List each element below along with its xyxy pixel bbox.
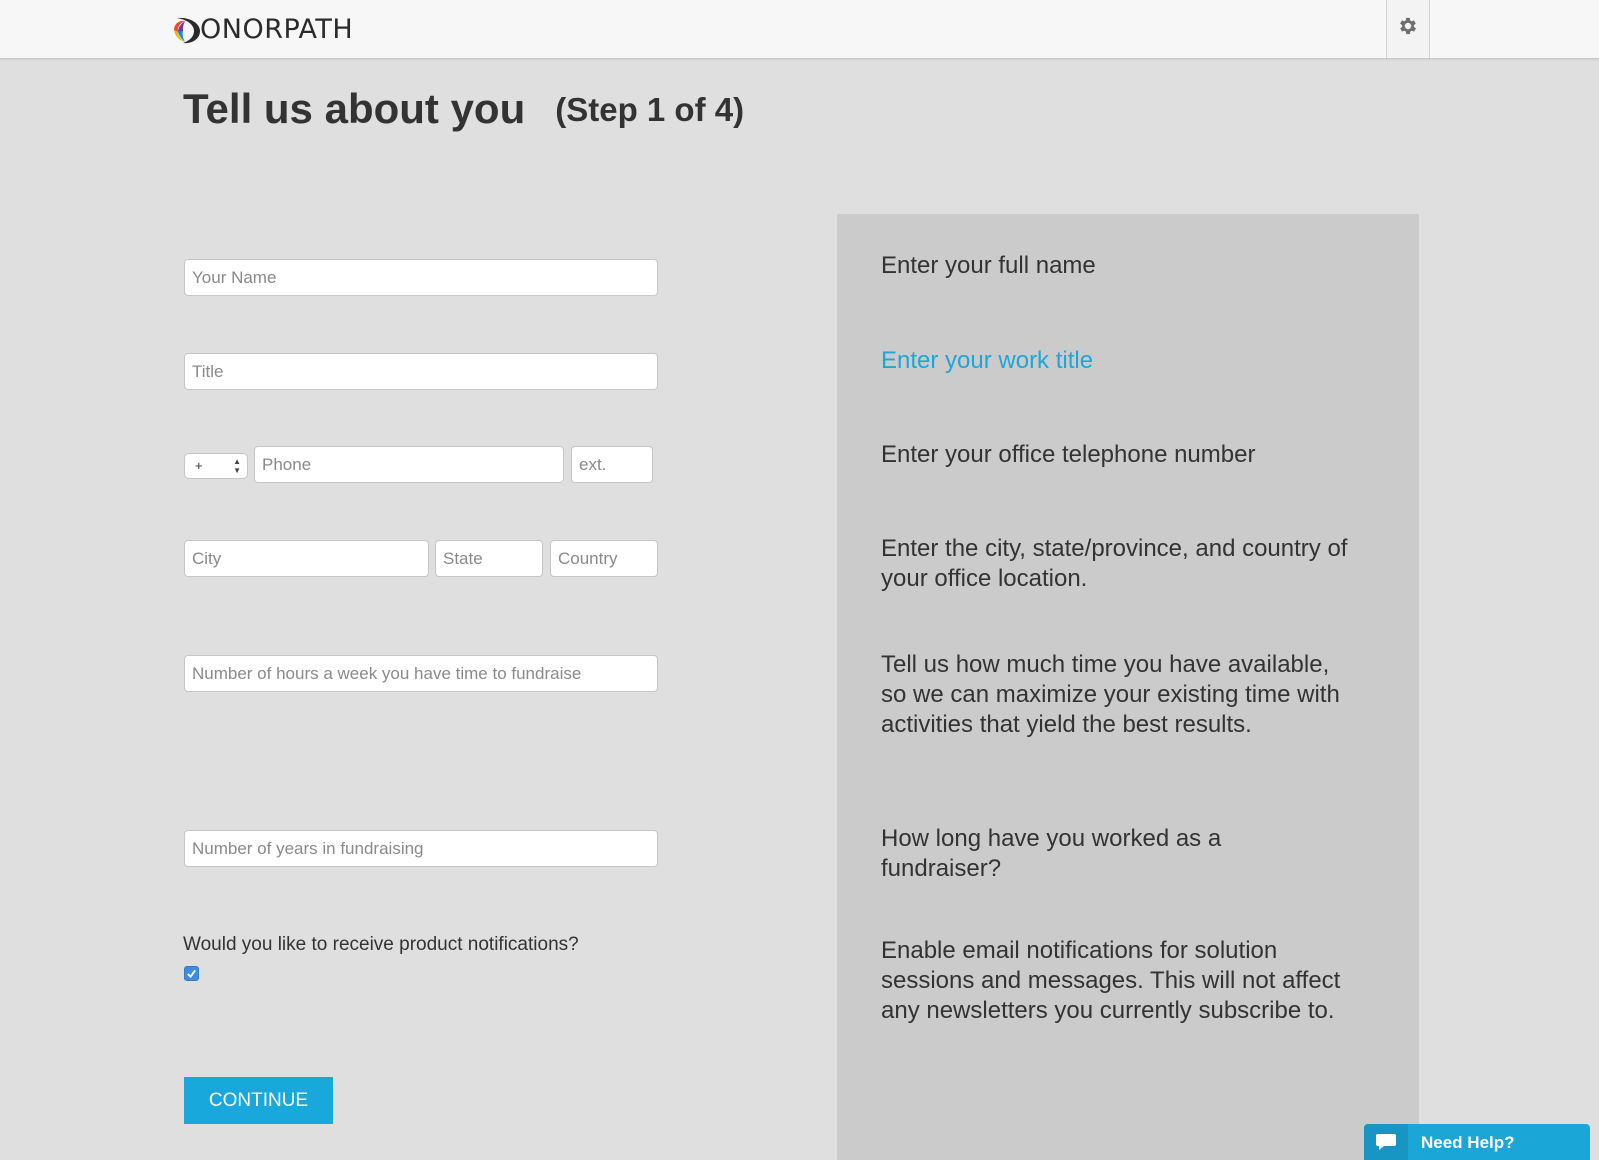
help-panel: Enter your full name Enter your work tit… xyxy=(837,214,1419,1160)
settings-button[interactable] xyxy=(1386,0,1430,58)
help-years: How long have you worked as a fundraiser… xyxy=(881,825,1222,882)
help-name: Enter your full name xyxy=(881,252,1096,279)
notifications-question: Would you like to receive product notifi… xyxy=(183,934,579,955)
help-hours: Tell us how much time you have available… xyxy=(881,651,1340,738)
hours-per-week-input[interactable] xyxy=(184,655,658,692)
gear-icon xyxy=(1400,17,1416,35)
notifications-checkbox[interactable] xyxy=(184,966,199,981)
donorpath-logo[interactable]: ONORPATH xyxy=(171,14,353,46)
name-input[interactable] xyxy=(184,259,658,296)
chat-bubble-icon xyxy=(1364,1124,1408,1160)
country-code-value: + xyxy=(195,458,203,473)
need-help-button[interactable]: Need Help? xyxy=(1364,1124,1590,1160)
city-input[interactable] xyxy=(184,540,429,577)
phone-input[interactable] xyxy=(254,446,564,483)
title-input[interactable] xyxy=(184,353,658,390)
country-input[interactable] xyxy=(550,540,658,577)
years-fundraising-input[interactable] xyxy=(184,830,658,867)
step-indicator: (Step 1 of 4) xyxy=(555,91,745,128)
state-input[interactable] xyxy=(435,540,543,577)
logo-text: ONORPATH xyxy=(200,14,354,45)
top-bar: ONORPATH xyxy=(0,0,1599,59)
help-location: Enter the city, state/province, and coun… xyxy=(881,535,1348,592)
select-arrows-icon: ▲ ▼ xyxy=(233,457,241,475)
logo-mark-icon xyxy=(174,17,200,44)
help-phone: Enter your office telephone number xyxy=(881,441,1256,468)
help-title: Enter your work title xyxy=(881,347,1094,374)
page-title-text: Tell us about you xyxy=(183,85,526,132)
help-notifications: Enable email notifications for solution … xyxy=(881,937,1341,1024)
country-code-select[interactable]: + ▲ ▼ xyxy=(184,453,248,479)
checkmark-icon xyxy=(187,969,196,979)
continue-button[interactable]: CONTINUE xyxy=(184,1077,333,1124)
page-title: Tell us about you (Step 1 of 4) xyxy=(183,85,744,133)
need-help-label: Need Help? xyxy=(1421,1133,1515,1152)
extension-input[interactable] xyxy=(571,446,653,483)
